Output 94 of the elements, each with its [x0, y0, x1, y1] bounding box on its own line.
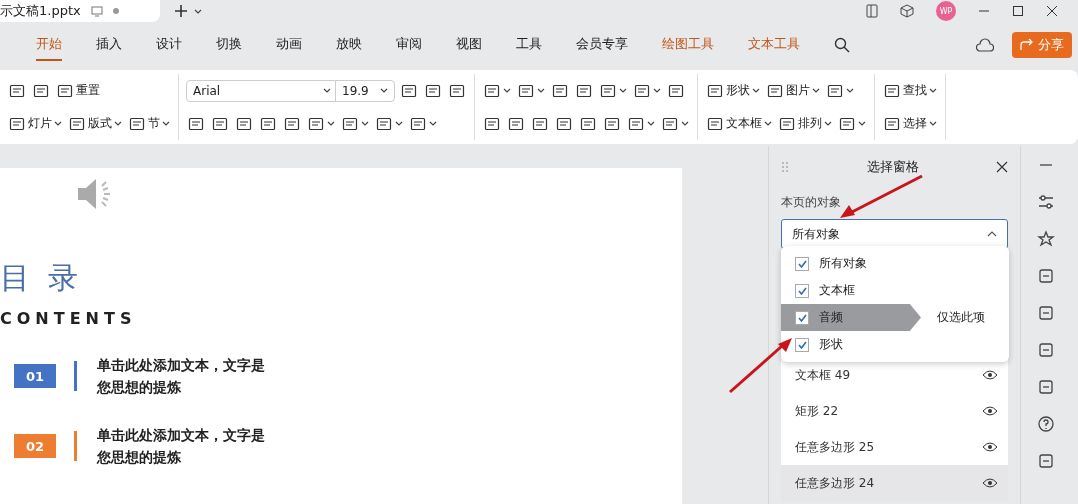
ribbon-button[interactable]: 节	[127, 112, 171, 135]
ribbon-button[interactable]: 选择	[882, 112, 938, 135]
slide-subheading: CONTENTS	[0, 309, 138, 328]
caret-icon	[929, 121, 937, 126]
annotation-arrow	[729, 338, 792, 394]
caret-icon	[681, 121, 689, 126]
eye-icon[interactable]	[982, 406, 998, 416]
filter-option[interactable]: 文本框	[781, 277, 921, 304]
menu-tab[interactable]: 放映	[336, 29, 362, 61]
caret-icon	[929, 88, 937, 93]
object-item[interactable]: 文本框 49	[781, 357, 1008, 393]
caret-icon	[653, 88, 661, 93]
search-icon[interactable]	[834, 37, 850, 53]
cube-icon[interactable]	[900, 4, 914, 18]
ribbon-button[interactable]: 版式	[67, 112, 123, 135]
caret-icon	[323, 88, 331, 93]
filter-option[interactable]: 形状	[781, 331, 921, 358]
menu-tab[interactable]: 切换	[216, 29, 242, 61]
ribbon-button[interactable]: 图片	[765, 79, 821, 102]
menu-tab[interactable]: 视图	[456, 29, 482, 61]
number-label: 01	[14, 364, 56, 388]
document-tab[interactable]: 示文稿1.pptx	[0, 0, 160, 22]
accent-bar	[74, 431, 77, 461]
caret-icon	[194, 8, 202, 14]
eye-icon[interactable]	[982, 478, 998, 488]
caret-icon	[846, 88, 854, 93]
dot-icon	[112, 8, 119, 14]
menu-tab[interactable]: 动画	[276, 29, 302, 61]
accent-bar	[74, 361, 77, 391]
object-item[interactable]: 任意多边形 24	[781, 465, 1008, 501]
object-item[interactable]: 任意多边形 25	[781, 429, 1008, 465]
eye-icon[interactable]	[982, 370, 998, 380]
check-icon	[797, 259, 807, 268]
filter-option[interactable]: 音频	[781, 304, 921, 331]
menu-tab[interactable]: 开始	[36, 29, 62, 61]
monitor-icon	[90, 5, 103, 17]
ribbon-button[interactable]: 文本框	[705, 112, 773, 135]
caret-icon	[327, 121, 335, 126]
caret-icon	[619, 88, 627, 93]
sliders-icon[interactable]	[1037, 193, 1055, 211]
check-icon	[797, 313, 807, 322]
share-icon	[1020, 39, 1034, 51]
object-item[interactable]: 矩形 22	[781, 393, 1008, 429]
caret-icon	[503, 88, 511, 93]
maximize-icon[interactable]	[1012, 5, 1024, 17]
only-select-tooltip[interactable]: 仅选此项	[937, 309, 985, 326]
caret-icon	[987, 231, 997, 237]
menu-tab[interactable]: 设计	[156, 29, 182, 61]
eye-icon[interactable]	[982, 442, 998, 452]
item-text: 单击此处添加文本，文字是 您思想的提炼	[97, 356, 265, 397]
star-icon[interactable]	[1037, 230, 1055, 248]
menu-tab[interactable]: 绘图工具	[662, 29, 714, 61]
menu-tab[interactable]: 会员专享	[576, 29, 628, 61]
menu-tab[interactable]: 审阅	[396, 29, 422, 61]
number-label: 02	[14, 434, 56, 458]
caret-icon	[764, 121, 772, 126]
caret-icon	[537, 88, 545, 93]
check-icon	[797, 340, 807, 349]
ribbon-button[interactable]: 形状	[705, 79, 761, 102]
caret-icon	[395, 121, 403, 126]
font-field[interactable]: Arial	[186, 79, 338, 102]
caret-icon	[380, 88, 388, 93]
ribbon-button[interactable]: 查找	[882, 79, 938, 102]
caret-icon	[858, 121, 866, 126]
filter-option[interactable]: 所有对象	[781, 250, 921, 277]
close-icon[interactable]	[1046, 5, 1058, 17]
cloud-icon[interactable]	[976, 38, 994, 52]
tablet-icon[interactable]	[866, 4, 878, 18]
caret-icon	[54, 121, 62, 126]
drag-handle-icon[interactable]	[781, 161, 789, 173]
item-text: 单击此处添加文本，文字是 您思想的提炼	[97, 426, 265, 467]
slide-heading: 目 录	[0, 259, 83, 297]
caret-icon	[429, 121, 437, 126]
caret-icon	[812, 88, 820, 93]
caret-icon	[752, 88, 760, 93]
ribbon-button[interactable]: 灯片	[7, 112, 63, 135]
pane-title: 选择窗格	[865, 158, 920, 176]
font-size-field[interactable]: 19.9	[335, 79, 395, 102]
help-icon[interactable]	[1037, 415, 1055, 433]
close-icon[interactable]	[996, 161, 1008, 173]
caret-icon	[114, 121, 122, 126]
caret-icon	[824, 121, 832, 126]
section-label: 本页的对象	[781, 194, 842, 211]
menu-tab[interactable]: 插入	[96, 29, 122, 61]
check-icon	[797, 286, 807, 295]
ribbon-button[interactable]: 排列	[777, 112, 833, 135]
filter-dropdown[interactable]: 所有对象	[781, 219, 1008, 249]
caret-icon	[361, 121, 369, 126]
caret-icon	[162, 121, 170, 126]
plus-icon[interactable]	[174, 4, 188, 18]
menu-tab[interactable]: 文本工具	[748, 29, 800, 61]
menu-tab[interactable]: 工具	[516, 29, 542, 61]
caret-icon	[647, 121, 655, 126]
ribbon-button[interactable]: 重置	[55, 79, 101, 102]
